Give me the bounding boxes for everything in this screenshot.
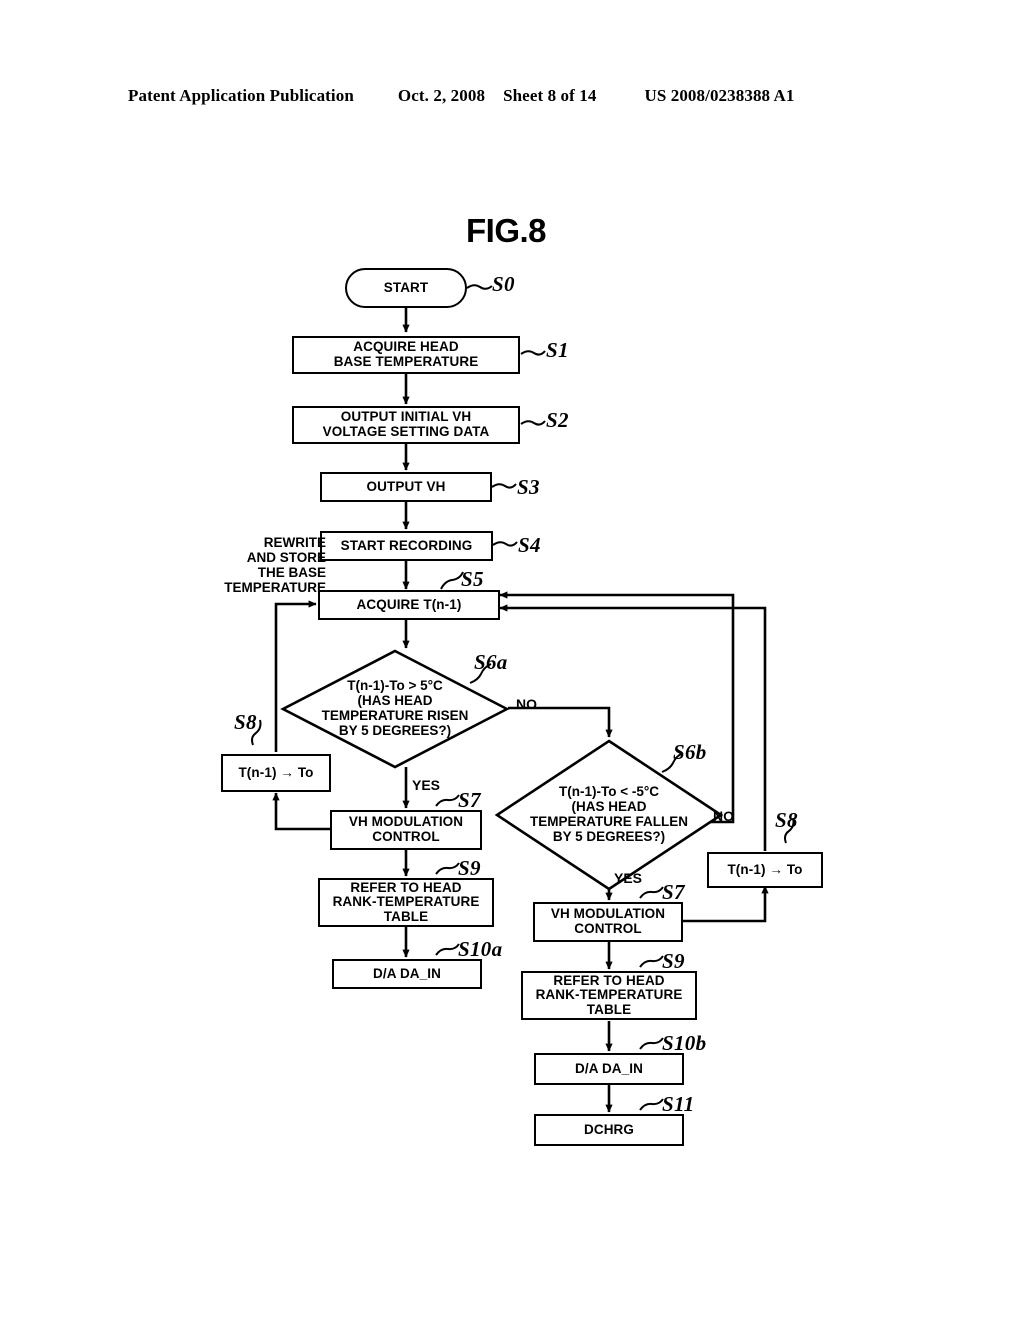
node-output-vh[interactable]: OUTPUT VH	[320, 472, 492, 502]
node-output-initial-vh-voltage-setting-data[interactable]: OUTPUT INITIAL VH VOLTAGE SETTING DATA	[292, 406, 520, 444]
node-label-line: REFER TO HEAD	[350, 879, 462, 895]
step-label-s6a: S6a	[474, 650, 508, 674]
annotation-line: AND STORE	[246, 550, 326, 566]
step-label-s8-left: S8	[234, 710, 257, 734]
node-label: START RECORDING	[340, 537, 473, 553]
node-label-line: VH MODULATION	[348, 814, 464, 830]
step-label-s7-right: S7	[662, 880, 685, 904]
step-label-s9-left: S9	[458, 856, 481, 880]
node-s8-left-assign-t-to[interactable]: T(n-1) → To	[221, 754, 331, 792]
step-label-s11: S11	[662, 1092, 695, 1116]
step-label-s2: S2	[546, 408, 569, 432]
annotation-rewrite-and-store: REWRITE AND STORE THE BASE TEMPERATURE	[178, 535, 326, 595]
node-label-line: ACQUIRE HEAD	[353, 339, 459, 355]
node-label: D/A DA_IN	[373, 965, 441, 981]
node-label-line: OUTPUT INITIAL VH	[340, 409, 472, 425]
annotation-line: REWRITE	[263, 535, 326, 550]
node-label: DCHRG	[584, 1121, 634, 1137]
step-label-s7-left: S7	[458, 788, 481, 812]
node-s8-right-assign-t-to[interactable]: T(n-1) → To	[707, 852, 823, 888]
node-refer-head-rank-table-left[interactable]: REFER TO HEAD RANK-TEMPERATURE TABLE	[318, 878, 494, 927]
step-label-s5: S5	[461, 567, 484, 591]
flowchart-connectors	[272, 308, 769, 1113]
node-label: OUTPUT VH	[366, 478, 446, 494]
branch-label-s6b-yes: YES	[614, 870, 643, 886]
node-refer-head-rank-table-right[interactable]: REFER TO HEAD RANK-TEMPERATURE TABLE	[521, 971, 697, 1020]
node-acquire-head-base-temperature[interactable]: ACQUIRE HEAD BASE TEMPERATURE	[292, 336, 520, 374]
node-label-line: CONTROL	[372, 829, 440, 844]
node-dchrg[interactable]: DCHRG	[534, 1114, 684, 1146]
branch-label-s6a-no: NO	[516, 696, 537, 712]
node-label: START	[383, 279, 429, 295]
flowchart-fig8: REWRITE AND STORE THE BASE TEMPERATURE S…	[0, 0, 1024, 1320]
branch-label-s6b-no: NO	[713, 808, 734, 824]
branch-label-s6a-yes: YES	[412, 777, 441, 793]
node-vh-modulation-control-left[interactable]: VH MODULATION CONTROL	[330, 810, 482, 850]
node-label-line: RANK-TEMPERATURE	[332, 894, 480, 910]
step-label-s4: S4	[518, 533, 541, 557]
node-label: T(n-1) → To	[727, 861, 803, 877]
node-da-da-in-left[interactable]: D/A DA_IN	[332, 959, 482, 989]
step-label-s1: S1	[546, 338, 569, 362]
node-da-da-in-right[interactable]: D/A DA_IN	[534, 1053, 684, 1085]
step-label-s6b: S6b	[673, 740, 707, 764]
node-vh-modulation-control-right[interactable]: VH MODULATION CONTROL	[533, 902, 683, 942]
node-start[interactable]: START	[345, 268, 467, 308]
node-label-line: BASE TEMPERATURE	[333, 354, 479, 369]
step-label-s8-right: S8	[775, 808, 798, 832]
node-label-line: VH MODULATION	[550, 906, 666, 922]
step-label-s9-right: S9	[662, 949, 685, 973]
step-label-s10a: S10a	[458, 937, 503, 961]
node-label-line: TABLE	[383, 908, 429, 924]
node-start-recording[interactable]: START RECORDING	[320, 531, 493, 561]
step-label-s10b: S10b	[662, 1031, 707, 1055]
node-label: D/A DA_IN	[575, 1060, 643, 1076]
node-label: ACQUIRE T(n-1)	[356, 596, 462, 612]
annotation-line: THE BASE	[257, 565, 326, 581]
node-label: T(n-1) → To	[238, 764, 314, 780]
node-label-line: REFER TO HEAD	[553, 972, 665, 988]
step-label-s3: S3	[517, 475, 540, 499]
annotation-line: TEMPERATURE	[224, 580, 326, 596]
node-acquire-t-n-1[interactable]: ACQUIRE T(n-1)	[318, 590, 500, 620]
node-label-line: VOLTAGE SETTING DATA	[322, 424, 490, 439]
node-label-line: RANK-TEMPERATURE	[535, 987, 683, 1003]
node-label-line: TABLE	[586, 1001, 632, 1017]
node-label-line: CONTROL	[574, 921, 642, 936]
step-label-s0: S0	[492, 272, 515, 296]
